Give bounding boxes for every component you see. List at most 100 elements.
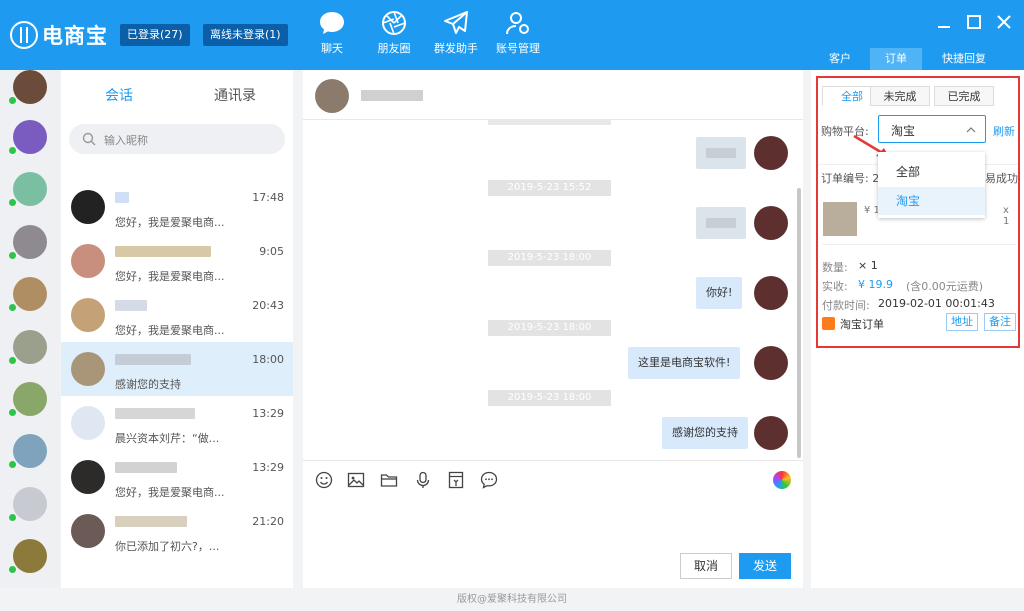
refresh-link[interactable]: 刷新 bbox=[993, 123, 1015, 139]
tab-sessions[interactable]: 会话 bbox=[61, 85, 177, 105]
chat-icon bbox=[320, 12, 344, 34]
folder-icon[interactable] bbox=[380, 471, 398, 489]
conversation-preview: 晨兴资本刘芹：“做... bbox=[115, 432, 220, 445]
address-button[interactable]: 地址 bbox=[946, 313, 978, 331]
online-status-dot bbox=[9, 252, 16, 259]
tab-orders-completed[interactable]: 已完成 bbox=[934, 86, 994, 106]
contact-avatar bbox=[71, 352, 105, 386]
conversation-time: 18:00 bbox=[252, 353, 284, 366]
conversation-time: 17:48 bbox=[252, 191, 284, 204]
account-avatar[interactable] bbox=[9, 434, 47, 468]
product-qty: x 1 bbox=[1003, 205, 1010, 227]
account-avatar[interactable] bbox=[9, 172, 47, 206]
account-avatar[interactable] bbox=[9, 120, 47, 154]
chevron-up-icon bbox=[966, 127, 976, 133]
online-status-dot bbox=[9, 199, 16, 206]
send-plane-icon bbox=[444, 11, 468, 34]
platform-option-taobao[interactable]: 淘宝 bbox=[878, 187, 985, 215]
nav-broadcast-label: 群发助手 bbox=[434, 42, 478, 55]
logged-in-status-button[interactable]: 已登录(27) bbox=[120, 24, 190, 46]
nav-accounts-label: 账号管理 bbox=[496, 42, 540, 55]
conversation-time: 21:20 bbox=[252, 515, 284, 528]
conversation-time: 9:05 bbox=[259, 245, 284, 258]
contact-name bbox=[115, 408, 195, 419]
tab-contacts[interactable]: 通讯录 bbox=[177, 85, 293, 105]
account-avatar[interactable] bbox=[9, 70, 47, 104]
my-avatar bbox=[754, 136, 788, 170]
cancel-button[interactable]: 取消 bbox=[680, 553, 732, 579]
maximize-icon[interactable] bbox=[966, 14, 982, 30]
conversation-item[interactable]: 13:29 您好，我是爱聚电商... bbox=[61, 450, 293, 504]
account-avatar[interactable] bbox=[9, 330, 47, 364]
search-icon bbox=[82, 132, 96, 146]
chat-scrollbar[interactable] bbox=[797, 188, 801, 458]
platform-option-all[interactable]: 全部 bbox=[878, 157, 985, 187]
copyright: 版权@爱聚科技有限公司 bbox=[457, 594, 567, 605]
shipping-fee: (含0.00元运费) bbox=[906, 280, 984, 293]
message-input-area[interactable]: 取消 发送 bbox=[303, 460, 803, 588]
platform-select[interactable]: 淘宝 bbox=[878, 115, 986, 143]
paid-label: 实收: bbox=[822, 280, 848, 293]
order-source: 淘宝订单 bbox=[840, 318, 884, 331]
nav-accounts[interactable]: 账号管理 bbox=[478, 10, 558, 56]
user-gear-icon bbox=[506, 12, 529, 35]
tab-quick-reply[interactable]: 快捷回复 bbox=[926, 48, 1002, 70]
emoji-icon[interactable] bbox=[315, 471, 333, 489]
contact-avatar bbox=[71, 514, 105, 548]
chat-panel: 2019-5-23 15:52 2019-5-23 18:00 你好! 2019… bbox=[303, 70, 803, 588]
chat-timestamp-partial bbox=[488, 119, 611, 125]
conversation-item[interactable]: 13:29 晨兴资本刘芹：“做... bbox=[61, 396, 293, 450]
image-icon[interactable] bbox=[347, 471, 365, 489]
paid-value: ¥ 19.9 bbox=[858, 278, 893, 291]
quick-reply-icon[interactable] bbox=[480, 471, 498, 489]
chat-timestamp: 2019-5-23 15:52 bbox=[488, 180, 611, 196]
contact-name bbox=[115, 354, 191, 365]
logo-text: 电商宝 bbox=[42, 24, 108, 48]
conversation-item[interactable]: 20:43 您好，我是爱聚电商... bbox=[61, 288, 293, 342]
account-avatar[interactable] bbox=[9, 382, 47, 416]
coupon-icon[interactable] bbox=[447, 471, 465, 489]
contact-name bbox=[115, 192, 129, 203]
quantity-label: 数量: bbox=[822, 261, 848, 274]
online-status-dot bbox=[9, 147, 16, 154]
tab-orders-incomplete[interactable]: 未完成 bbox=[870, 86, 930, 106]
message-bubble-outgoing bbox=[696, 207, 746, 239]
platform-dropdown: 全部 淘宝 bbox=[878, 152, 985, 218]
nav-moments-label: 朋友圈 bbox=[377, 42, 411, 55]
chat-timestamp: 2019-5-23 18:00 bbox=[488, 320, 611, 336]
color-wheel-icon[interactable] bbox=[773, 471, 791, 489]
aperture-icon bbox=[382, 11, 406, 35]
tab-customer[interactable]: 客户 bbox=[814, 48, 866, 70]
account-avatar-column bbox=[0, 70, 60, 588]
send-button[interactable]: 发送 bbox=[739, 553, 791, 579]
chat-contact-avatar[interactable] bbox=[315, 79, 349, 113]
minimize-icon[interactable] bbox=[936, 14, 952, 30]
product-thumbnail[interactable] bbox=[823, 202, 857, 236]
close-icon[interactable] bbox=[996, 14, 1012, 30]
top-bar: 电商宝 已登录(27) 离线未登录(1) 聊天 朋友圈 群发助手 账号管理 客户… bbox=[0, 0, 1024, 70]
conversation-item[interactable]: 9:05 您好，我是爱聚电商... bbox=[61, 234, 293, 288]
conversation-time: 20:43 bbox=[252, 299, 284, 312]
account-avatar[interactable] bbox=[9, 539, 47, 573]
message-bubble-outgoing: 感谢您的支持 bbox=[662, 417, 748, 449]
logo-icon bbox=[10, 21, 38, 49]
pay-time-label: 付款时间: bbox=[822, 299, 870, 312]
search-input[interactable]: 输入昵称 bbox=[69, 124, 285, 154]
contact-avatar bbox=[71, 406, 105, 440]
conversation-item[interactable]: 18:00 感谢您的支持 bbox=[61, 342, 293, 396]
my-avatar bbox=[754, 206, 788, 240]
message-bubble-outgoing: 这里是电商宝软件! bbox=[628, 347, 741, 379]
account-avatar[interactable] bbox=[9, 487, 47, 521]
conversation-item[interactable]: 21:20 你已添加了初六?，... bbox=[61, 504, 293, 558]
note-button[interactable]: 备注 bbox=[984, 313, 1016, 331]
account-avatar[interactable] bbox=[9, 225, 47, 259]
contact-avatar bbox=[71, 298, 105, 332]
microphone-icon[interactable] bbox=[414, 471, 432, 489]
online-status-dot bbox=[9, 566, 16, 573]
tab-orders[interactable]: 订单 bbox=[870, 48, 922, 70]
online-status-dot bbox=[9, 97, 16, 104]
offline-status-button[interactable]: 离线未登录(1) bbox=[203, 24, 288, 46]
divider bbox=[822, 244, 1016, 245]
account-avatar[interactable] bbox=[9, 277, 47, 311]
conversation-item[interactable]: 17:48 您好，我是爱聚电商... bbox=[61, 180, 293, 234]
